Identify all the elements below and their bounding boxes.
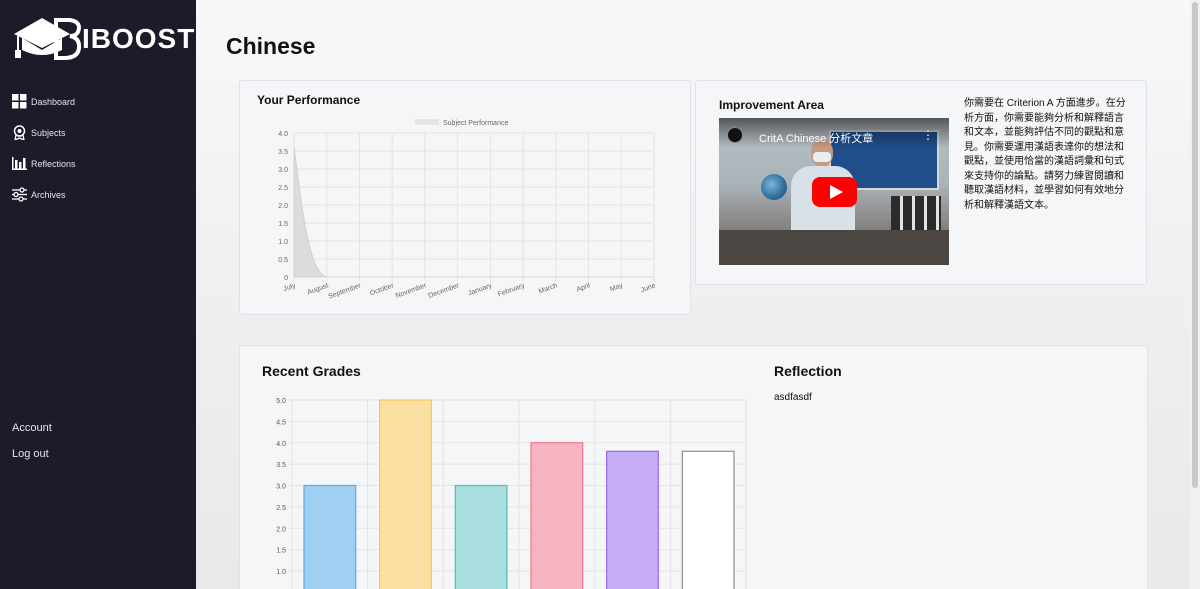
- performance-card: Your Performance Subject Performance 4.0 3…: [239, 80, 691, 315]
- sidebar-item-label: Dashboard: [31, 96, 76, 107]
- legend-swatch: [415, 119, 439, 125]
- y-tick-label: 1.0: [276, 569, 286, 576]
- y-tick-label: 1.5: [276, 548, 286, 555]
- y-tick-label: 1.5: [278, 221, 288, 228]
- grade-bar: [681, 450, 735, 589]
- y-tick-label: 2.0: [278, 203, 288, 210]
- grade-bar: [530, 442, 584, 589]
- sidebar-item-subjects[interactable]: Subjects: [12, 117, 76, 148]
- video-desk: [719, 230, 949, 265]
- badge-icon: [13, 125, 26, 140]
- x-tick-label: August: [307, 282, 330, 296]
- grade-bar: [606, 450, 659, 589]
- grades-card: Recent Grades 5.0 4.5 4.0 3.5 3.0 2.5 2.0 1.5 1.…: [239, 345, 1148, 589]
- sliders-icon: [12, 187, 27, 202]
- x-tick-label: June: [640, 282, 657, 294]
- y-tick-label: 0.5: [278, 257, 288, 264]
- grid-icon: [12, 94, 27, 109]
- channel-avatar[interactable]: [727, 127, 743, 143]
- x-tick-label: November: [395, 282, 428, 300]
- y-tick-label: 0: [284, 275, 288, 282]
- x-tick-label: January: [467, 282, 493, 297]
- video-globe: [761, 174, 787, 200]
- logo-text: IBOOST: [82, 23, 196, 54]
- iboost-logo[interactable]: IBOOST: [12, 14, 194, 62]
- sidebar-item-label: Reflections: [31, 158, 76, 169]
- reflection-title: Reflection: [774, 363, 842, 379]
- legend-label: Subject Performance: [443, 120, 508, 127]
- y-tick-label: 3.0: [278, 167, 288, 174]
- improvement-text: 你需要在 Criterion A 方面進步。在分析方面，你需要能夠分析和解釋語言…: [964, 98, 1126, 211]
- x-tick-label: May: [609, 282, 624, 293]
- x-tick-label: December: [428, 282, 461, 300]
- y-tick-label: 4.5: [276, 419, 286, 426]
- x-tick-label: October: [369, 282, 395, 297]
- account-link[interactable]: Account: [12, 422, 52, 434]
- y-tick-label: 1.0: [278, 239, 288, 246]
- x-tick-label: February: [497, 282, 526, 298]
- x-tick-label: March: [538, 282, 559, 295]
- graduation-cap-icon: [14, 18, 82, 60]
- sidebar-item-reflections[interactable]: Reflections: [12, 148, 76, 179]
- y-tick-label: 4.0: [276, 441, 286, 448]
- improvement-title: Improvement Area: [719, 98, 824, 112]
- improvement-card: Improvement Area CritA Chinese 分析文章 ⋮ 你需…: [695, 80, 1147, 285]
- y-tick-label: 5.0: [276, 398, 286, 405]
- grades-chart: 5.0 4.5 4.0 3.5 3.0 2.5 2.0 1.5 1.0: [276, 398, 747, 589]
- main-content: Chinese Your Performance Subject Perform…: [196, 0, 1200, 589]
- play-button[interactable]: [812, 177, 857, 207]
- y-tick-label: 3.0: [276, 484, 286, 491]
- person-mask: [813, 152, 831, 162]
- more-options-icon[interactable]: ⋮: [922, 128, 934, 142]
- y-tick-label: 4.0: [278, 131, 288, 138]
- x-tick-label: April: [576, 282, 592, 294]
- y-tick-label: 3.5: [276, 462, 286, 469]
- performance-chart: Subject Performance 4.0 3.5 3.0 2.5 2.0 1.5 1.0…: [278, 119, 657, 301]
- y-tick-label: 3.5: [278, 149, 288, 156]
- grade-bar: [303, 484, 357, 589]
- y-tick-label: 2.5: [278, 185, 288, 192]
- y-tick-label: 2.0: [276, 526, 286, 533]
- grade-bar: [454, 484, 508, 589]
- x-tick-label: July: [283, 282, 298, 293]
- video-title[interactable]: CritA Chinese 分析文章: [759, 130, 873, 146]
- bar-chart-icon: [12, 157, 27, 170]
- sidebar-item-dashboard[interactable]: Dashboard: [12, 86, 76, 117]
- scrollbar-thumb[interactable]: [1192, 2, 1198, 488]
- page-title: Chinese: [226, 33, 316, 59]
- sidebar: IBOOST Dashboard Subjects Reflections Ar…: [0, 0, 196, 589]
- logout-link[interactable]: Log out: [12, 448, 49, 460]
- sidebar-nav: Dashboard Subjects Reflections Archives: [12, 86, 76, 210]
- sidebar-item-label: Subjects: [31, 127, 66, 138]
- sidebar-item-archives[interactable]: Archives: [12, 179, 76, 210]
- x-tick-label: September: [328, 282, 363, 301]
- reflection-text: asdfasdf: [774, 392, 812, 403]
- grade-bar: [379, 399, 432, 589]
- y-tick-label: 2.5: [276, 505, 286, 512]
- series-area: [293, 147, 654, 278]
- video-player[interactable]: CritA Chinese 分析文章 ⋮: [719, 118, 949, 265]
- sidebar-item-label: Archives: [31, 189, 66, 200]
